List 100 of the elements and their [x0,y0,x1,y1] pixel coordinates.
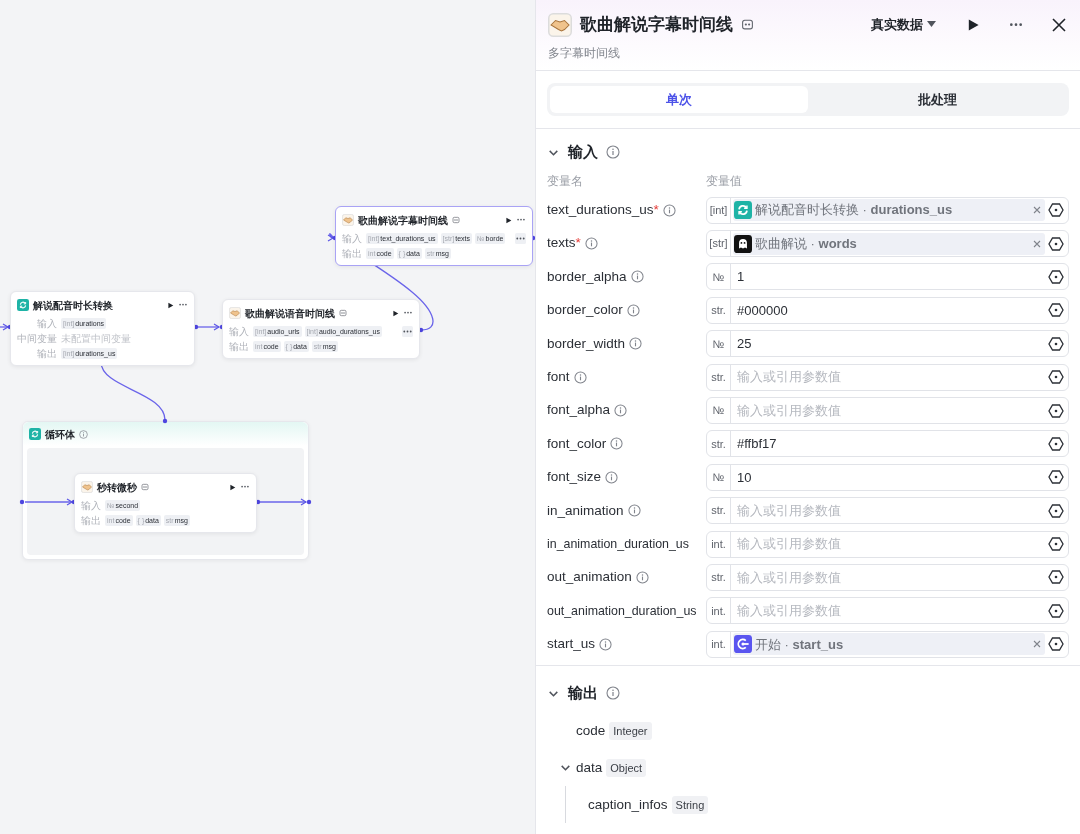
param-name: border_color [547,301,623,320]
param-name: out_animation_duration_us [547,602,697,620]
hexagon-icon[interactable] [1048,536,1064,553]
value-input[interactable]: 10 [731,467,1048,488]
param-field[interactable]: int. 输入或引用参数值 [706,530,1069,558]
node-title: 歌曲解说语音时间线 [245,306,335,321]
more-icon[interactable] [240,485,250,489]
hexagon-icon[interactable] [1048,268,1064,285]
play-icon[interactable] [167,301,174,309]
close-icon [1052,17,1066,32]
play-icon[interactable] [229,483,236,491]
param-field[interactable]: str. #ffbf17 [706,430,1069,458]
tab[interactable]: 单次 [550,85,808,113]
hexagon-icon[interactable] [1048,502,1064,519]
loop-icon [17,299,29,311]
more-icon[interactable] [403,311,413,315]
play-icon[interactable] [505,216,512,224]
type-label: № [707,398,731,424]
hexagon-icon[interactable] [1048,402,1064,419]
data-mode-dropdown[interactable]: 真实数据 [867,13,940,37]
value-input[interactable]: 输入或引用参数值 [731,367,1048,387]
type-label: str. [707,364,731,390]
column-header: 变量名 [547,172,584,190]
param-name: border_width [547,334,626,353]
param-field[interactable]: № 25 [706,330,1069,358]
port-dot[interactable] [162,418,168,424]
clear-icon[interactable] [1033,640,1041,649]
info-icon[interactable] [606,686,620,701]
row-label: 中间变量 [17,332,57,345]
info-icon[interactable] [584,237,598,251]
type-label: № [707,264,731,290]
row-label: 输出 [229,340,249,353]
param-name: in_animation_duration_us [547,535,689,553]
field-name: caption_infos [588,795,668,814]
info-icon[interactable] [606,145,620,160]
port-dot[interactable] [306,499,312,505]
reference-chip[interactable]: 歌曲解说 · words [733,232,1045,255]
tab[interactable]: 批处理 [808,85,1066,113]
node-title: 解说配音时长转换 [33,298,113,313]
card-icon[interactable] [741,18,754,32]
value-input[interactable]: #000000 [731,300,1048,321]
play-icon[interactable] [392,309,399,317]
param-field[interactable]: № 10 [706,463,1069,491]
more-icon[interactable] [516,218,526,222]
hexagon-icon[interactable] [1048,302,1064,319]
close-button[interactable] [1050,15,1068,34]
info-icon[interactable] [629,337,643,351]
info-icon[interactable] [610,437,624,451]
clear-icon[interactable] [1033,206,1041,215]
hexagon-icon[interactable] [1048,235,1064,252]
param-field[interactable]: str. 输入或引用参数值 [706,497,1069,525]
clear-icon[interactable] [1033,239,1041,248]
hexagon-icon[interactable] [1048,369,1064,386]
row-label: 输入 [81,499,101,512]
hexagon-icon[interactable] [1048,202,1064,219]
type-label: str. [707,498,731,524]
hexagon-icon[interactable] [1048,335,1064,352]
info-icon[interactable] [627,504,641,518]
info-icon[interactable] [635,571,649,584]
node-title: 秒转微秒 [97,480,137,495]
info-icon[interactable] [630,270,644,284]
type-label: № [707,464,731,490]
type-label: [str] [707,231,731,257]
more-icon[interactable] [178,303,188,307]
value-input[interactable]: 输入或引用参数值 [731,567,1048,588]
param-field[interactable]: str. #000000 [706,296,1069,324]
hexagon-icon[interactable] [1048,435,1064,452]
info-icon[interactable] [605,470,619,484]
hexagon-icon[interactable] [1048,469,1064,486]
value-input[interactable]: 输入或引用参数值 [731,601,1048,621]
value-input[interactable]: 25 [731,334,1048,354]
param-field[interactable]: [int] 解说配音时长转换 · durations_us [706,196,1069,224]
param-field[interactable]: str. 输入或引用参数值 [706,564,1069,591]
info-icon[interactable] [573,370,587,384]
reference-chip[interactable]: 解说配音时长转换 · durations_us [733,199,1045,222]
value-input[interactable]: 输入或引用参数值 [731,500,1048,521]
info-icon[interactable] [599,637,613,651]
value-input[interactable]: 输入或引用参数值 [731,534,1048,554]
connector [259,498,307,506]
more-icon[interactable] [402,326,413,337]
more-icon[interactable] [515,233,526,244]
reference-chip[interactable]: 开始 · start_us [733,633,1045,656]
hexagon-icon[interactable] [1048,569,1064,586]
param-field[interactable]: int. 开始 · start_us [706,630,1069,658]
info-icon[interactable] [614,404,628,418]
hands-icon [229,307,241,319]
param-field[interactable]: str. 输入或引用参数值 [706,363,1069,391]
value-input[interactable]: #ffbf17 [731,434,1048,454]
param-field[interactable]: [str] 歌曲解说 · words [706,230,1069,258]
param-field[interactable]: int. 输入或引用参数值 [706,597,1069,625]
hexagon-icon[interactable] [1048,636,1064,653]
info-icon[interactable] [626,303,640,317]
connector [0,323,9,331]
value-input[interactable]: 1 [731,267,1048,287]
port-dot[interactable] [19,499,25,505]
value-input[interactable]: 输入或引用参数值 [731,400,1048,421]
param-field[interactable]: № 输入或引用参数值 [706,397,1069,425]
hexagon-icon[interactable] [1048,602,1064,619]
info-icon[interactable] [662,203,676,217]
param-field[interactable]: № 1 [706,263,1069,291]
